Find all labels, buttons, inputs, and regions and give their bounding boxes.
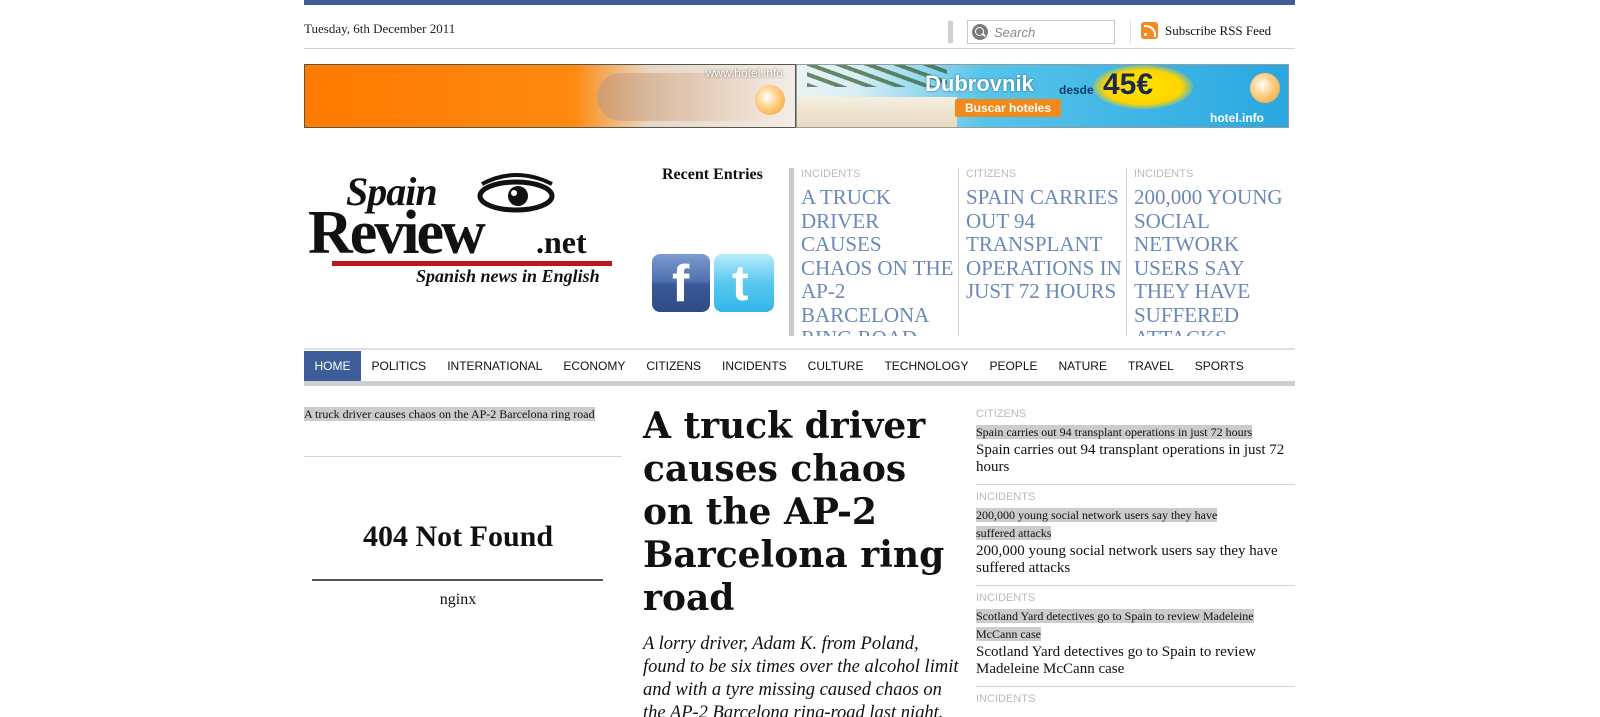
logo-tagline: Spanish news in English [416,266,600,286]
nav-item-travel[interactable]: TRAVEL [1117,351,1184,381]
logo-word-review: Review [308,199,486,267]
ad-city: Dubrovnik [925,71,1034,96]
news-category: CITIZENS [976,408,1027,420]
ad-photo [597,73,777,121]
broken-image-alt[interactable]: Scotland Yard detectives go to Spain to … [976,609,1254,641]
recent-entry[interactable]: INCIDENTS 200,000 YOUNG SOCIAL NETWORK U… [1126,168,1294,336]
recent-entries-title: Recent Entries [662,166,763,183]
eye-icon [477,173,555,213]
site-logo[interactable]: Spain Review .net Spanish news in Englis… [304,168,619,298]
nav-item-home[interactable]: HOME [304,351,361,381]
ad-beach [797,97,957,127]
recent-entry-category: CITIZENS [966,168,1017,180]
nav-item-nature[interactable]: NATURE [1048,351,1117,381]
recent-entry-category: INCIDENTS [801,168,861,180]
recent-entry-link[interactable]: SPAIN CARRIES OUT 94 TRANSPLANT OPERATIO… [966,185,1126,304]
list-item[interactable]: INCIDENTS 200,000 young social network u… [976,491,1295,586]
recent-entry-category: INCIDENTS [1134,168,1194,180]
news-category: INCIDENTS [976,592,1036,604]
article-lede: A lorry driver, Adam K. from Poland, fou… [643,634,959,717]
main-nav: HOME POLITICS INTERNATIONAL ECONOMY CITI… [304,351,1295,381]
header-divider-2 [1130,21,1131,43]
recent-entry-link[interactable]: A TRUCK DRIVER CAUSES CHAOS ON THE AP-2 … [801,185,957,336]
error-server: nginx [439,591,477,608]
list-item[interactable]: CITIZENS Spain carries out 94 transplant… [976,408,1295,485]
recent-entry-link[interactable]: 200,000 YOUNG SOCIAL NETWORK USERS SAY T… [1134,185,1294,336]
ad-left-panel[interactable]: www.hotel.info [304,64,796,128]
search-box[interactable] [967,20,1115,44]
globe-icon [755,85,785,115]
nav-item-technology[interactable]: TECHNOLOGY [874,351,979,381]
news-title-link[interactable]: 200,000 young social network users say t… [976,543,1295,577]
top-accent-bar [304,0,1295,5]
news-category: INCIDENTS [976,693,1036,705]
rss-icon [1141,22,1158,39]
search-icon [972,24,988,40]
error-rule [312,579,603,581]
ad-from: desde [1059,83,1094,97]
recent-entry[interactable]: CITIZENS SPAIN CARRIES OUT 94 TRANSPLANT… [958,168,1126,336]
broken-image-alt[interactable]: Spain carries out 94 transplant operatio… [976,425,1253,439]
error-title: 404 Not Found [362,520,554,553]
nav-item-economy[interactable]: ECONOMY [553,351,636,381]
news-title-link[interactable]: Scotland Yard detectives go to Spain to … [976,644,1295,678]
nav-item-international[interactable]: INTERNATIONAL [437,351,553,381]
list-item[interactable]: INCIDENTS Scotland Yard detectives go to… [976,592,1295,687]
broken-image-alt[interactable]: A truck driver causes chaos on the AP-2 … [304,407,595,421]
nav-item-incidents[interactable]: INCIDENTS [712,351,798,381]
featured-image[interactable]: A truck driver causes chaos on the AP-2 … [304,405,622,423]
ad-price: 45€ [1103,68,1154,101]
ad-brand: hotel.info [1210,111,1264,125]
news-title-link[interactable]: Spain carries out 94 transplant operatio… [976,442,1295,476]
rss-subscribe-link[interactable]: Subscribe RSS Feed [1141,22,1271,39]
header-rule [304,48,1295,49]
rss-label: Subscribe RSS Feed [1165,22,1272,38]
nav-item-culture[interactable]: CULTURE [797,351,874,381]
recent-entry[interactable]: INCIDENTS A TRUCK DRIVER CAUSES CHAOS ON… [789,168,957,336]
nav-item-sports[interactable]: SPORTS [1184,351,1254,381]
nav-item-people[interactable]: PEOPLE [979,351,1048,381]
nav-item-citizens[interactable]: CITIZENS [636,351,712,381]
search-input[interactable] [994,24,1114,40]
nav-top-rule [304,348,1295,350]
article-title[interactable]: A truck driver causes chaos on the AP-2 … [643,405,963,620]
list-item[interactable]: INCIDENTS [976,693,1295,713]
hotel-ad-banner[interactable]: www.hotel.info Dubrovnik desde 45€ Busca… [304,64,1289,128]
ad-search-hotels-button[interactable]: Buscar hoteles [955,99,1062,117]
twitter-icon[interactable]: t [714,254,774,312]
header-divider [948,21,953,43]
sidebar-news-list: CITIZENS Spain carries out 94 transplant… [976,408,1295,717]
ad-url: www.hotel.info [705,66,783,80]
broken-image-alt[interactable]: 200,000 young social network users say t… [976,508,1218,540]
news-category: INCIDENTS [976,491,1036,503]
logo-suffix: .net [536,224,587,260]
nav-bottom-rule [304,381,1295,386]
ad-right-panel[interactable]: Dubrovnik desde 45€ Buscar hoteles hotel… [796,64,1289,128]
left-divider [304,456,622,457]
current-date: Tuesday, 6th December 2011 [304,21,456,36]
facebook-icon[interactable]: f [652,254,710,312]
nav-item-politics[interactable]: POLITICS [361,351,437,381]
globe-icon [1250,73,1280,103]
